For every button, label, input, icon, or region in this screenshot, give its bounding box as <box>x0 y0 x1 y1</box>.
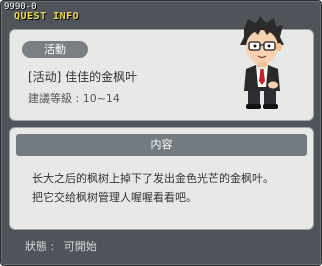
quest-info-window: 9990-0 QUEST INFO 活動 [活动] 佳佳的金枫叶 建議等級 : … <box>0 0 322 266</box>
npc-character-icon[interactable] <box>234 15 290 111</box>
description-line: 把它交给枫树管理人喔喔看看吧。 <box>32 191 197 204</box>
window-title: QUEST INFO <box>14 11 80 22</box>
quest-level: 建議等級 : 10~14 <box>28 90 120 106</box>
quest-category-badge: 活動 <box>22 41 88 58</box>
quest-name: [活动] 佳佳的金枫叶 <box>28 70 138 84</box>
description-line: 长大之后的枫树上掉下了发出金色光芒的金枫叶。 <box>32 172 274 185</box>
status-value: 可開始 <box>63 240 97 253</box>
quest-description: 长大之后的枫树上掉下了发出金色光芒的金枫叶。 把它交给枫树管理人喔喔看看吧。 <box>32 169 312 207</box>
description-header: 内容 <box>16 134 307 156</box>
level-range: 10~14 <box>82 92 120 105</box>
level-label: 建議等級 : <box>28 92 80 105</box>
quest-status: 狀態 : 可開始 <box>25 238 103 254</box>
status-label: 狀態 : <box>25 240 55 253</box>
quest-description-panel: 内容 长大之后的枫树上掉下了发出金色光芒的金枫叶。 把它交给枫树管理人喔喔看看吧… <box>9 127 314 230</box>
